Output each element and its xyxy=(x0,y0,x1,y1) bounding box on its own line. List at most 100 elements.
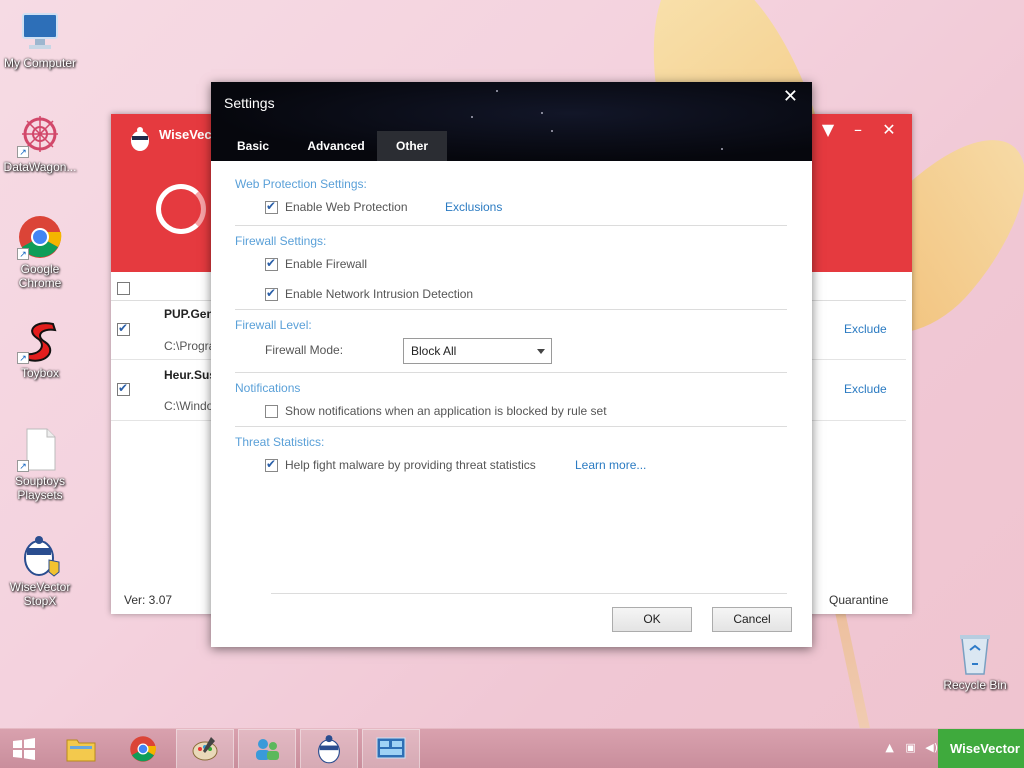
section-title-threat-statistics: Threat Statistics: xyxy=(235,435,325,449)
scan-progress-ring xyxy=(156,184,206,234)
enable-web-protection-label: Enable Web Protection xyxy=(285,200,408,214)
desktop-icon-label: Google Chrome xyxy=(18,262,62,290)
enable-firewall-checkbox[interactable] xyxy=(265,256,278,271)
app-close-icon[interactable]: ✕ xyxy=(878,120,900,139)
footer-divider xyxy=(271,593,787,594)
taskbar-chrome[interactable] xyxy=(114,729,172,768)
firewall-mode-label: Firewall Mode: xyxy=(265,343,344,357)
chrome-icon: ↗ xyxy=(17,214,63,260)
learn-more-link[interactable]: Learn more... xyxy=(575,458,646,472)
threat-statistics-label: Help fight malware by providing threat s… xyxy=(285,458,536,472)
enable-firewall-label: Enable Firewall xyxy=(285,257,368,271)
exclusions-link[interactable]: Exclusions xyxy=(445,200,502,214)
desktop-icon-label: WiseVector StopX xyxy=(9,580,71,608)
threat-row-checkbox[interactable] xyxy=(117,321,130,336)
select-all-checkbox[interactable] xyxy=(117,282,130,295)
close-icon[interactable]: ✕ xyxy=(783,86,798,107)
palette-icon xyxy=(192,737,218,761)
control-panel-icon xyxy=(376,737,406,759)
threat-name: PUP.Gen xyxy=(164,307,214,321)
version-text: Ver: 3.07 xyxy=(124,593,173,607)
ok-button[interactable]: OK xyxy=(612,607,692,632)
section-title-firewall-level: Firewall Level: xyxy=(235,318,312,332)
desktop-icon-datawagon[interactable]: ↗ DataWagon... xyxy=(0,112,80,174)
star-decoration xyxy=(541,112,543,114)
file-icon: ↗ xyxy=(17,426,63,472)
show-notifications-label: Show notifications when an application i… xyxy=(285,404,607,418)
threat-path: C:\Windo xyxy=(164,399,214,413)
threat-path: C:\Progra xyxy=(164,339,216,353)
section-divider xyxy=(235,426,787,427)
shortcut-arrow-icon: ↗ xyxy=(17,248,29,260)
section-divider xyxy=(235,225,787,226)
chrome-icon xyxy=(130,736,156,762)
show-hidden-icons-icon[interactable]: ▲ xyxy=(885,741,893,754)
computer-icon xyxy=(17,8,63,54)
enable-nids-checkbox[interactable] xyxy=(265,286,278,301)
volume-icon[interactable]: ◀) xyxy=(925,741,938,754)
section-title-web-protection: Web Protection Settings: xyxy=(235,177,367,191)
desktop-icon-label: Toybox xyxy=(20,366,60,380)
taskbar-file-explorer[interactable] xyxy=(52,729,110,768)
shortcut-arrow-icon: ↗ xyxy=(17,146,29,158)
taskbar-network-app[interactable] xyxy=(238,729,296,768)
tab-basic[interactable]: Basic xyxy=(211,131,295,161)
enable-web-protection-checkbox[interactable] xyxy=(265,199,278,214)
taskbar-control-panel[interactable] xyxy=(362,729,420,768)
wisevector-notification[interactable]: WiseVector xyxy=(938,729,1024,768)
firewall-mode-select[interactable]: Block All xyxy=(403,338,552,364)
wisevector-mascot-icon xyxy=(17,532,63,578)
desktop-icon-label: Souptoys Playsets xyxy=(14,474,66,502)
chevron-down-icon xyxy=(537,349,545,354)
dialog-title: Settings xyxy=(224,95,275,111)
start-button[interactable] xyxy=(0,729,48,768)
app-menu-icon[interactable]: ▼ xyxy=(817,120,839,139)
desktop-icon-my-computer[interactable]: My Computer xyxy=(0,8,80,70)
settings-tabs: Basic Advanced Other xyxy=(211,131,447,161)
wisevector-mascot-icon xyxy=(318,735,340,764)
wisevector-logo-icon xyxy=(131,127,149,151)
recycle-bin-icon xyxy=(952,630,998,676)
show-notifications-checkbox[interactable] xyxy=(265,405,278,418)
datawagon-icon: ↗ xyxy=(17,112,63,158)
star-decoration xyxy=(496,90,498,92)
desktop-icon-label: Recycle Bin xyxy=(943,678,1007,692)
tab-advanced[interactable]: Advanced xyxy=(295,131,377,161)
exclude-link[interactable]: Exclude xyxy=(844,322,887,336)
firewall-mode-value: Block All xyxy=(411,344,457,358)
desktop-icon-souptoys[interactable]: ↗ Souptoys Playsets xyxy=(0,426,80,502)
star-decoration xyxy=(721,148,723,150)
settings-dialog: Settings ✕ Basic Advanced Other Web Prot… xyxy=(211,82,812,647)
quarantine-link[interactable]: Quarantine xyxy=(829,593,888,607)
desktop-icon-recycle-bin[interactable]: Recycle Bin xyxy=(935,630,1015,692)
toybox-icon: ↗ xyxy=(17,318,63,364)
star-decoration xyxy=(551,130,553,132)
taskbar-wisevector[interactable] xyxy=(300,729,358,768)
star-decoration xyxy=(471,116,473,118)
desktop-icon-label: DataWagon... xyxy=(3,160,77,174)
dialog-header: Settings ✕ Basic Advanced Other xyxy=(211,82,812,161)
tab-other[interactable]: Other xyxy=(377,131,447,161)
taskbar: ▲ ▣ ◀) WiseVector xyxy=(0,728,1024,768)
threat-name: Heur.Sus xyxy=(164,368,217,382)
cancel-button[interactable]: Cancel xyxy=(712,607,792,632)
folder-icon xyxy=(66,739,96,762)
windows-logo-icon xyxy=(13,738,35,760)
exclude-link[interactable]: Exclude xyxy=(844,382,887,396)
desktop-icon-google-chrome[interactable]: ↗ Google Chrome xyxy=(0,214,80,290)
desktop-icon-wisevector[interactable]: WiseVector StopX xyxy=(0,532,80,608)
threat-statistics-checkbox[interactable] xyxy=(265,457,278,472)
desktop-icon-toybox[interactable]: ↗ Toybox xyxy=(0,318,80,380)
users-icon xyxy=(256,739,279,760)
section-title-notifications: Notifications xyxy=(235,381,301,395)
app-minimize-icon[interactable]: – xyxy=(847,120,869,139)
shortcut-arrow-icon: ↗ xyxy=(17,460,29,472)
section-title-firewall: Firewall Settings: xyxy=(235,234,327,248)
section-divider xyxy=(235,309,787,310)
threat-row-checkbox[interactable] xyxy=(117,381,130,396)
shortcut-arrow-icon: ↗ xyxy=(17,352,29,364)
taskbar-paint[interactable] xyxy=(176,729,234,768)
network-icon[interactable]: ▣ xyxy=(905,741,915,754)
desktop-icon-label: My Computer xyxy=(3,56,77,70)
system-tray: ▲ ▣ ◀) xyxy=(885,741,938,754)
